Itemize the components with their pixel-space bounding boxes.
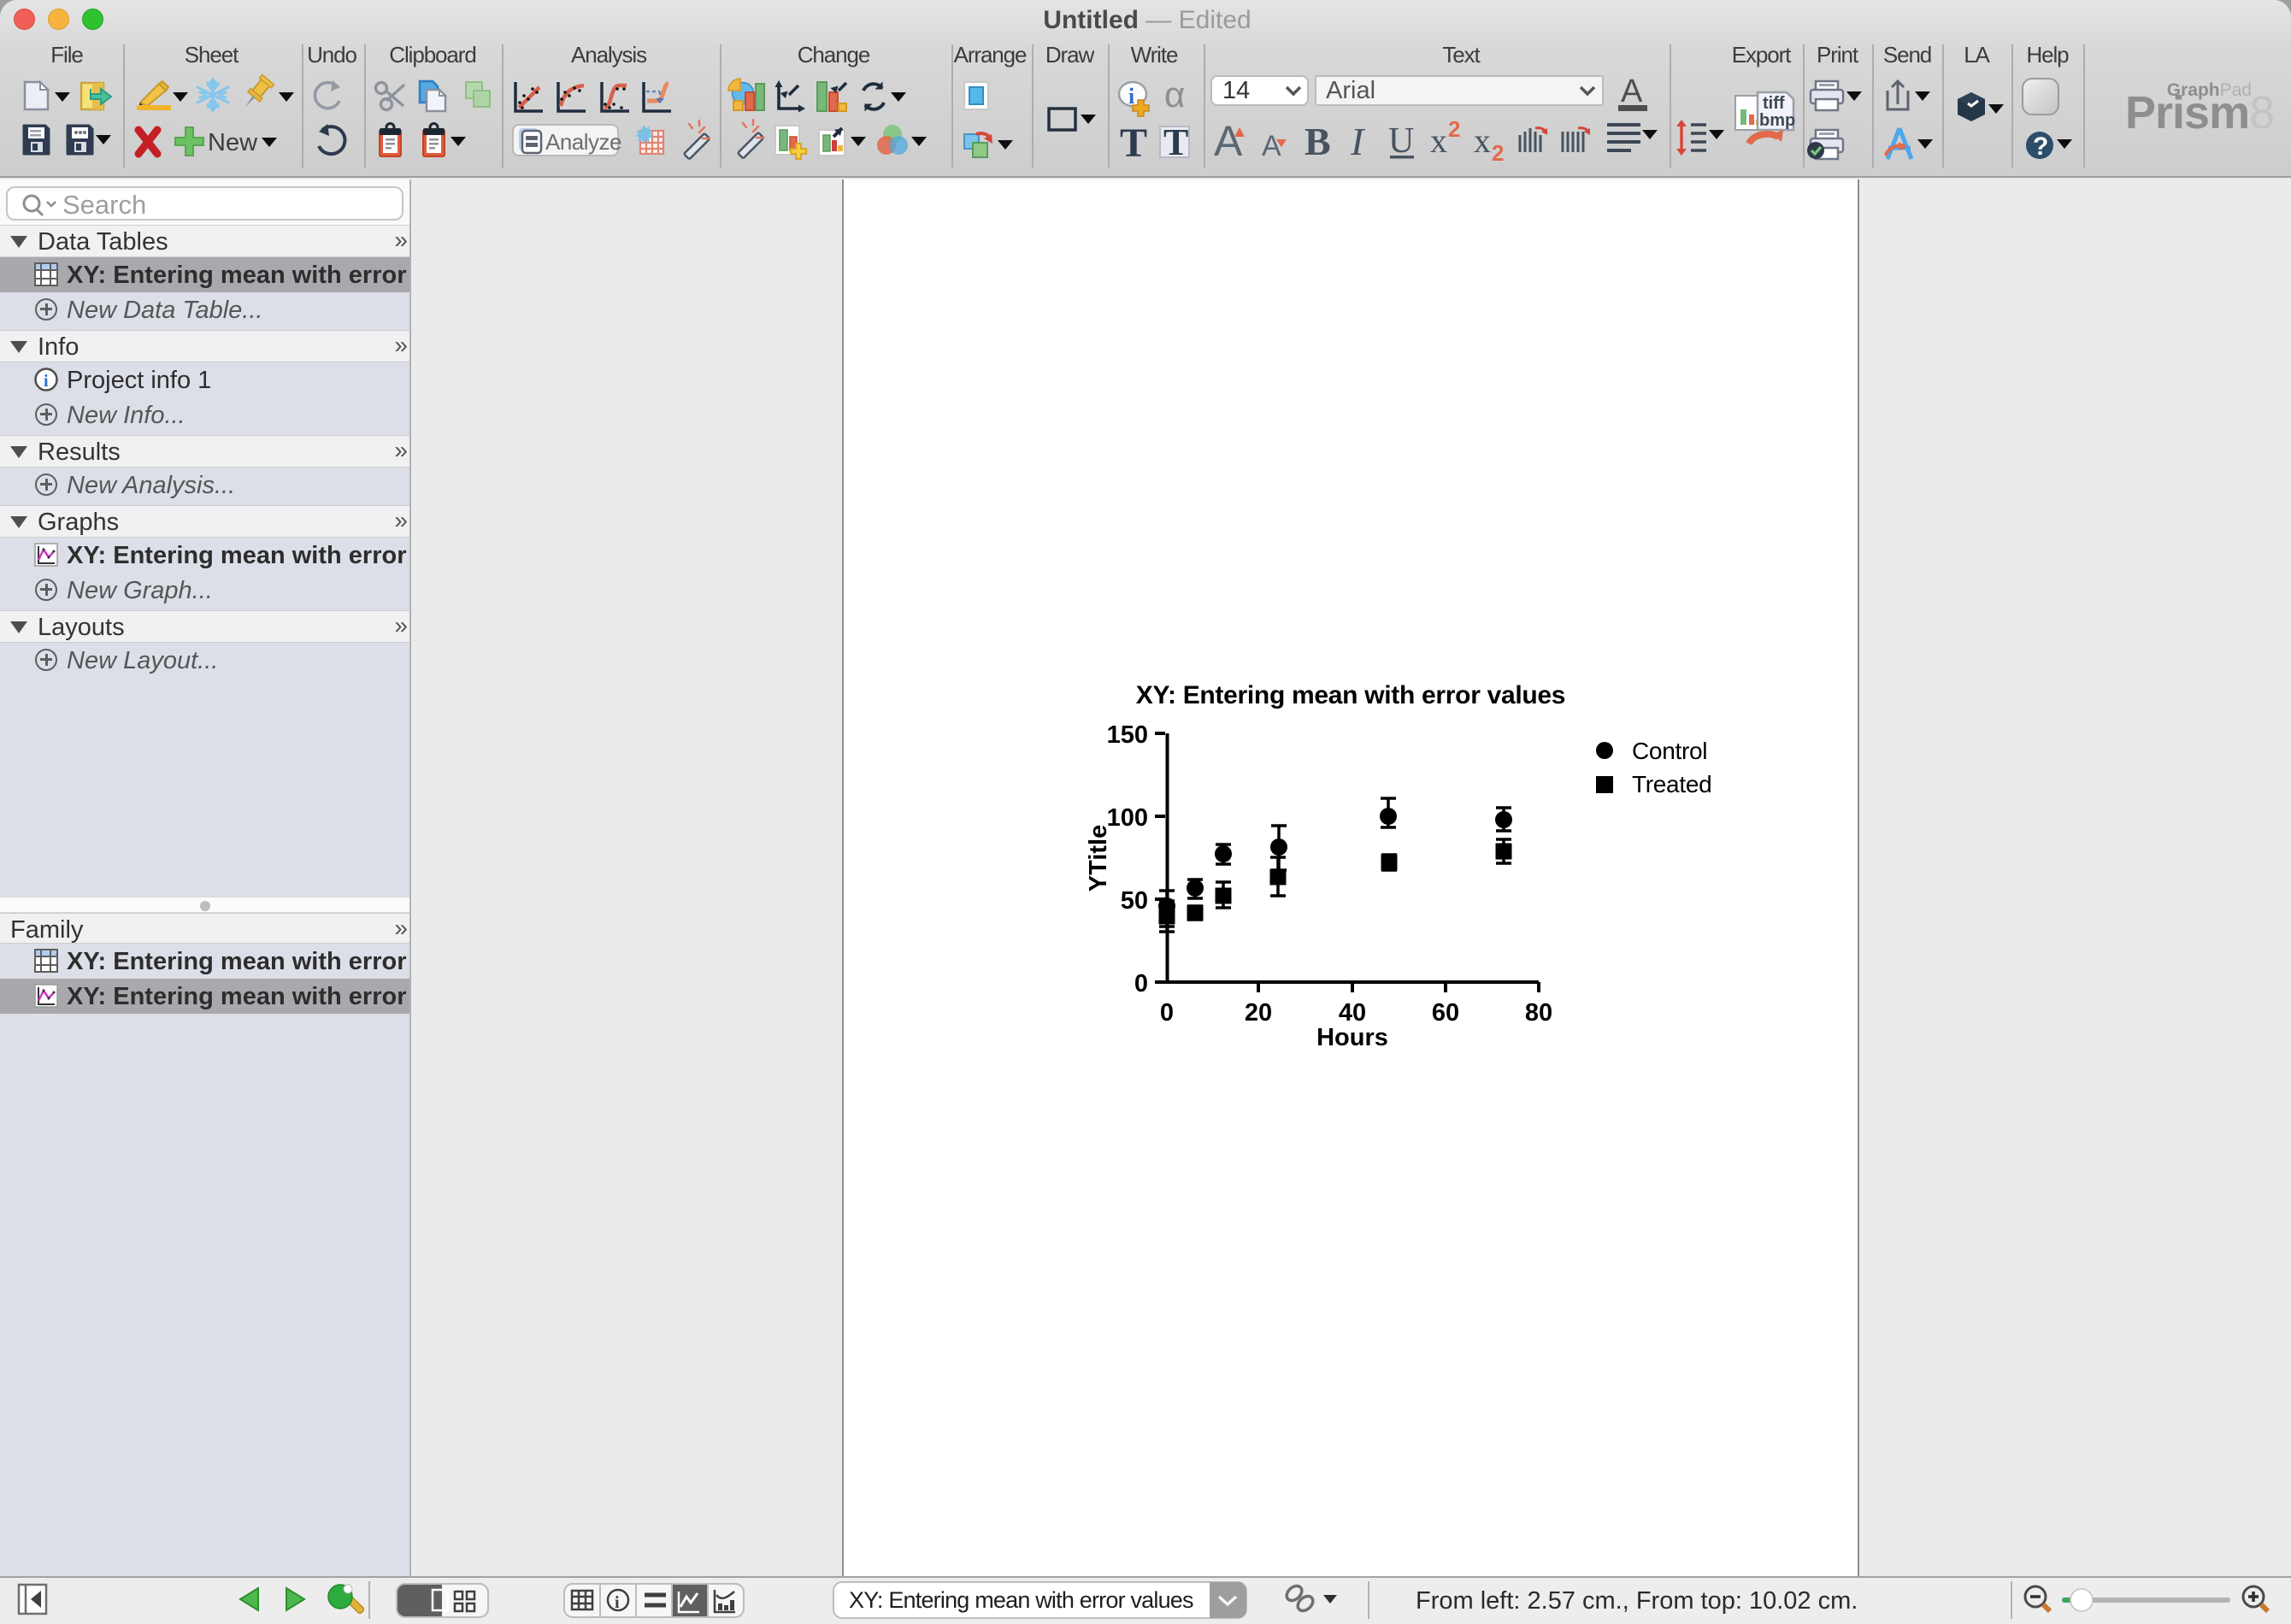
svg-text:150: 150 bbox=[1107, 721, 1148, 749]
svg-text:Analyze: Analyze bbox=[545, 129, 621, 155]
svg-text:XY: Entering mean with error v: XY: Entering mean with error values bbox=[849, 1587, 1193, 1613]
svg-text:U: U bbox=[1388, 121, 1414, 161]
svg-text:Prism8: Prism8 bbox=[2125, 87, 2274, 138]
svg-text:tiff: tiff bbox=[1763, 94, 1785, 113]
svg-text:0: 0 bbox=[1134, 970, 1148, 997]
svg-text:New: New bbox=[208, 129, 258, 156]
svg-text:80: 80 bbox=[1525, 999, 1552, 1027]
svg-text:XY: Entering mean with error v: XY: Entering mean with error values bbox=[1136, 681, 1565, 709]
svg-text:T: T bbox=[1120, 121, 1147, 166]
svg-text:From left: 2.57 cm., From top:: From left: 2.57 cm., From top: 10.02 cm. bbox=[1416, 1587, 1858, 1615]
svg-text:A: A bbox=[1621, 74, 1643, 109]
svg-text:i: i bbox=[615, 1593, 620, 1612]
svg-text:14: 14 bbox=[1222, 77, 1250, 104]
svg-text:2: 2 bbox=[1492, 140, 1504, 166]
svg-text:x: x bbox=[1430, 121, 1447, 160]
svg-text:40: 40 bbox=[1339, 999, 1366, 1027]
svg-text:Arial: Arial bbox=[1326, 77, 1375, 104]
svg-text:I: I bbox=[1350, 120, 1366, 163]
svg-text:100: 100 bbox=[1107, 804, 1148, 832]
svg-text:60: 60 bbox=[1432, 999, 1459, 1027]
svg-text:Hours: Hours bbox=[1316, 1024, 1388, 1051]
svg-text:A: A bbox=[1214, 117, 1243, 165]
svg-text:50: 50 bbox=[1121, 887, 1148, 915]
svg-text:T: T bbox=[1163, 121, 1188, 163]
svg-text:i: i bbox=[44, 372, 49, 391]
svg-text:Treated: Treated bbox=[1632, 771, 1711, 797]
svg-text:YTitle: YTitle bbox=[1085, 825, 1112, 891]
svg-text:A: A bbox=[1262, 130, 1281, 162]
svg-text:α: α bbox=[1164, 74, 1185, 115]
svg-text:x: x bbox=[1474, 121, 1491, 160]
svg-text:bmp: bmp bbox=[1759, 111, 1795, 130]
svg-text:?: ? bbox=[2033, 132, 2048, 161]
svg-text:0: 0 bbox=[1160, 999, 1174, 1027]
svg-text:2: 2 bbox=[1448, 116, 1460, 142]
svg-text:B: B bbox=[1305, 120, 1331, 163]
svg-text:Control: Control bbox=[1632, 738, 1707, 764]
svg-text:20: 20 bbox=[1245, 999, 1272, 1027]
